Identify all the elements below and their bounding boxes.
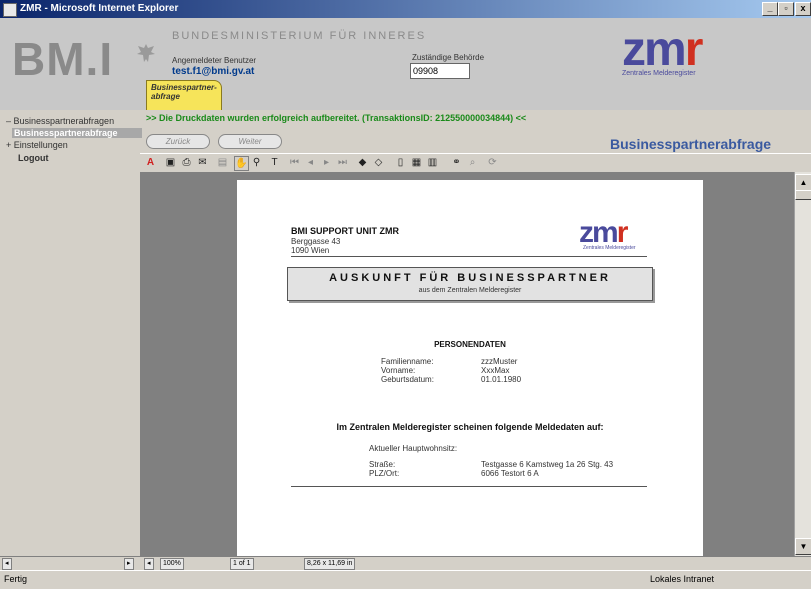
rotate-icon[interactable]: ⟳ (486, 156, 499, 169)
doc-zmr-subtitle: Zentrales Melderegister (583, 245, 636, 251)
scroll-up-icon[interactable]: ▲ (795, 174, 811, 191)
person-value: XxxMax (481, 366, 510, 375)
close-button[interactable]: x (795, 2, 811, 16)
success-message: >> Die Druckdaten wurden erfolgreich auf… (146, 113, 527, 123)
scroll-right-icon[interactable]: ▸ (124, 558, 134, 570)
maximize-button[interactable]: ▫ (778, 2, 794, 16)
sidebar: – Businesspartnerabfragen Businesspartne… (0, 110, 142, 570)
pdf-status-bar: ◂ 100% 1 of 1 8,26 x 11,69 in (140, 556, 811, 571)
scroll-down-icon[interactable]: ▼ (795, 538, 811, 555)
doc-organization: BMI SUPPORT UNIT ZMR (291, 226, 399, 236)
fit-page-icon[interactable]: ▦ (410, 156, 423, 169)
page-title: Businesspartnerabfrage (610, 136, 772, 152)
vertical-scrollbar[interactable]: ▲ ▼ (794, 172, 811, 556)
horizontal-scrollbar[interactable]: ◂ ▸ (0, 556, 140, 571)
person-key: Vorname: (381, 366, 416, 375)
person-key: Geburtsdatum: (381, 375, 434, 384)
bmi-logo: BM.I (12, 33, 114, 85)
status-text: Fertig (4, 574, 28, 584)
pdf-page: BMI SUPPORT UNIT ZMR Berggasse 43 1090 W… (237, 180, 703, 556)
user-label: Angemeldeter Benutzer (172, 56, 257, 65)
address-key: Straße: (369, 460, 396, 469)
sidebar-item-einstellungen[interactable]: + Einstellungen (6, 140, 68, 150)
sidebar-item-businesspartnerabfragen[interactable]: – Businesspartnerabfragen (6, 116, 114, 126)
forward-icon[interactable]: ◇ (372, 156, 385, 169)
page-field[interactable]: 1 of 1 (230, 558, 254, 570)
eagle-icon (137, 44, 155, 62)
doc-subtitle: aus dem Zentralen Melderegister (418, 287, 522, 294)
save-icon[interactable]: ▣ (164, 156, 177, 169)
ie-icon (3, 3, 17, 17)
page-size: 8,26 x 11,69 in (304, 558, 356, 570)
back-icon[interactable]: ◆ (356, 156, 369, 169)
divider (291, 256, 647, 257)
back-button[interactable]: Zurück (146, 134, 210, 149)
doc-title-box: AUSKUNFT FÜR BUSINESSPARTNER aus dem Zen… (287, 267, 653, 301)
zoom-field[interactable]: 100% (160, 558, 184, 570)
address-value: 6066 Testort 6 A (481, 469, 539, 478)
zmr-subtitle: Zentrales Melderegister (622, 70, 696, 77)
person-key: Familienname: (381, 357, 434, 366)
zmr-logo-main: zm (622, 23, 687, 76)
first-page-icon[interactable]: ⏮ (288, 156, 301, 169)
person-value: zzzMuster (481, 357, 518, 366)
window-title: ZMR - Microsoft Internet Explorer (20, 3, 179, 14)
text-select-icon[interactable]: T (268, 156, 281, 169)
prev-page-icon[interactable]: ◂ (304, 156, 317, 169)
doc-title: AUSKUNFT FÜR BUSINESSPARTNER (329, 272, 611, 284)
zone-label: Lokales Intranet (650, 574, 715, 584)
authority-field[interactable]: 09908 (410, 63, 470, 79)
web-search-icon[interactable]: ⌕ (466, 156, 479, 169)
ministry-title: BUNDESMINISTERIUM FÜR INNERES (172, 30, 427, 42)
address-key: PLZ/Ort: (369, 469, 400, 478)
address-value: Testgasse 6 Kamstweg 1a 26 Stg. 43 (481, 460, 614, 469)
divider (291, 486, 647, 487)
first-page-button[interactable]: ◂ (144, 558, 154, 570)
app-header: BM.I BUNDESMINISTERIUM FÜR INNERES Angem… (0, 18, 811, 110)
fit-width-icon[interactable]: ▥ (426, 156, 439, 169)
tab-businesspartnerabfrage[interactable]: Businesspartner-abfrage (146, 80, 222, 110)
melde-heading: Im Zentralen Melderegister scheinen folg… (336, 422, 604, 432)
doc-address-line: Berggasse 43 (291, 237, 341, 246)
zmr-logo-r: r (684, 23, 704, 76)
pdf-toolbar: A ▣ ⎙ ✉ ▤ ✋ ⚲ T ⏮ ◂ ▸ ⏭ ◆ ◇ ▯ ▦ ▥ ⚭ ⌕ ⟳ (140, 153, 811, 173)
section-heading: PERSONENDATEN (434, 340, 506, 349)
scroll-thumb[interactable] (795, 190, 811, 200)
authority-label: Zuständige Behörde (412, 53, 485, 62)
next-page-icon[interactable]: ▸ (320, 156, 333, 169)
acrobat-icon[interactable]: A (144, 156, 157, 169)
zoom-icon[interactable]: ⚲ (250, 156, 263, 169)
thumbnails-icon[interactable]: ▤ (216, 156, 229, 169)
window-titlebar: ZMR - Microsoft Internet Explorer _ ▫ x (0, 0, 811, 18)
doc-address-line: 1090 Wien (291, 246, 330, 255)
minimize-button[interactable]: _ (762, 2, 778, 16)
zmr-logo: zmr (622, 22, 704, 77)
sidebar-item-logout[interactable]: Logout (18, 153, 49, 163)
last-page-icon[interactable]: ⏭ (336, 156, 349, 169)
actual-size-icon[interactable]: ▯ (394, 156, 407, 169)
scroll-left-icon[interactable]: ◂ (2, 558, 12, 570)
find-icon[interactable]: ⚭ (450, 156, 463, 169)
email-icon[interactable]: ✉ (196, 156, 209, 169)
print-icon[interactable]: ⎙ (180, 156, 193, 169)
browser-status-bar: Fertig Lokales Intranet (0, 570, 811, 589)
next-button[interactable]: Weiter (218, 134, 282, 149)
person-value: 01.01.1980 (481, 375, 522, 384)
residence-label: Aktueller Hauptwohnsitz: (369, 444, 458, 453)
sidebar-item-businesspartnerabfrage[interactable]: Businesspartnerabfrage (12, 128, 142, 138)
hand-icon[interactable]: ✋ (234, 156, 249, 171)
user-email: test.f1@bmi.gv.at (172, 66, 255, 77)
